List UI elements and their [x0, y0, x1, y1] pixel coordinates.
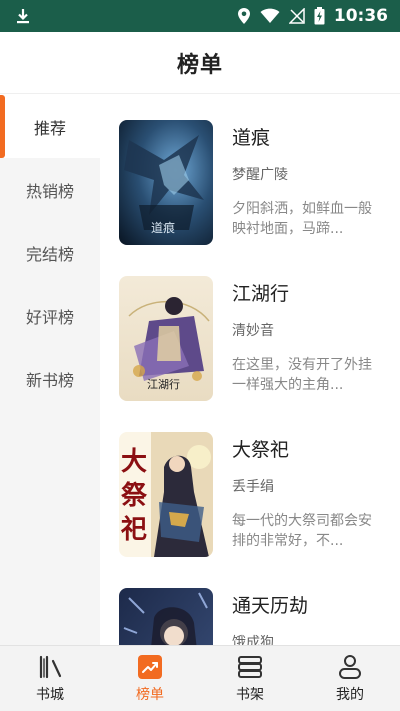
tab-label: 书城 [36, 687, 64, 703]
cover-title-char-2: 祭 [120, 481, 148, 511]
status-bar: 10:36 [0, 0, 400, 32]
wifi-icon [260, 8, 280, 23]
tab-bookstore[interactable]: 书城 [0, 646, 100, 711]
tab-label: 我的 [336, 687, 364, 703]
tab-bookshelf[interactable]: 书架 [200, 646, 300, 711]
book-author: 丢手绢 [232, 479, 274, 495]
cover-art-daohen: 道痕 [119, 120, 213, 245]
tab-profile[interactable]: 我的 [300, 646, 400, 711]
book-list[interactable]: 道痕 道痕 梦醒广陵 夕阳斜洒，如鲜血一般映衬地面，马蹄... 江湖行 江湖行 … [100, 95, 400, 645]
side-item-recommended[interactable]: 推荐 [0, 95, 100, 158]
side-item-label: 完结榜 [25, 244, 74, 264]
book-title: 通天历劫 [232, 595, 309, 617]
side-item-label: 好评榜 [25, 307, 74, 327]
side-item-label: 新书榜 [25, 370, 74, 390]
book-description: 在这里，没有开了外挂一样强大的主角... [232, 357, 372, 393]
side-item-completed[interactable]: 完结榜 [0, 221, 100, 284]
tab-rankings[interactable]: 榜单 [100, 646, 200, 711]
book-cover[interactable]: 道痕 [119, 120, 213, 245]
book-description: 每一代的大祭司都会安排的非常好，不... [232, 513, 372, 549]
cover-title-char-3: 祀 [120, 514, 147, 545]
user-profile-icon [339, 655, 361, 679]
book-author: 饿成狗 [232, 635, 274, 645]
book-item[interactable]: 大 祭 祀 大祭祀 丢手绢 每一代的大祭司都会安排的非常好，不... [100, 407, 400, 557]
book-cover[interactable]: 大 祭 祀 [119, 432, 213, 557]
side-item-top-rated[interactable]: 好评榜 [0, 284, 100, 347]
cover-title-char-1: 大 [121, 447, 147, 477]
book-cover[interactable]: 江湖行 [119, 276, 213, 401]
tab-label: 榜单 [136, 687, 164, 703]
book-cover[interactable] [119, 588, 213, 645]
battery-charging-icon [314, 7, 325, 25]
book-item[interactable]: 通天历劫 饿成狗 [100, 563, 400, 645]
book-author: 梦醒广陵 [232, 167, 288, 183]
book-title: 大祭祀 [232, 439, 290, 461]
bottom-nav: 书城 榜单 书架 我的 [0, 645, 400, 711]
book-item[interactable]: 江湖行 江湖行 清妙音 在这里，没有开了外挂一样强大的主角... [100, 251, 400, 401]
tab-label: 书架 [236, 687, 264, 703]
status-time: 10:36 [333, 6, 388, 26]
book-description: 夕阳斜洒，如鲜血一般映衬地面，马蹄... [232, 201, 372, 237]
no-signal-icon [288, 8, 305, 24]
side-item-label: 热销榜 [25, 181, 74, 201]
ranking-category-nav: 推荐 热销榜 完结榜 好评榜 新书榜 [0, 95, 100, 645]
stacked-books-icon [238, 656, 262, 678]
cover-title-text: 江湖行 [147, 378, 180, 391]
page-title: 榜单 [176, 52, 223, 78]
side-item-new-books[interactable]: 新书榜 [0, 347, 100, 410]
side-item-bestselling[interactable]: 热销榜 [0, 158, 100, 221]
bookshelf-books-icon [39, 655, 62, 679]
cover-art-tongtianlijie [119, 588, 213, 645]
cover-art-jianghuxing: 江湖行 [119, 276, 213, 401]
side-item-label: 推荐 [33, 118, 66, 138]
top-app-bar: 榜单 [0, 32, 400, 94]
location-icon [237, 8, 250, 24]
cover-title-text: 道痕 [151, 220, 175, 235]
download-icon [17, 9, 29, 24]
book-author: 清妙音 [232, 323, 274, 339]
book-item[interactable]: 道痕 道痕 梦醒广陵 夕阳斜洒，如鲜血一般映衬地面，马蹄... [100, 95, 400, 245]
cover-art-dajisi: 大 祭 祀 [119, 432, 213, 557]
chart-trend-icon [138, 655, 162, 679]
book-title: 道痕 [232, 127, 271, 149]
book-title: 江湖行 [232, 283, 290, 305]
